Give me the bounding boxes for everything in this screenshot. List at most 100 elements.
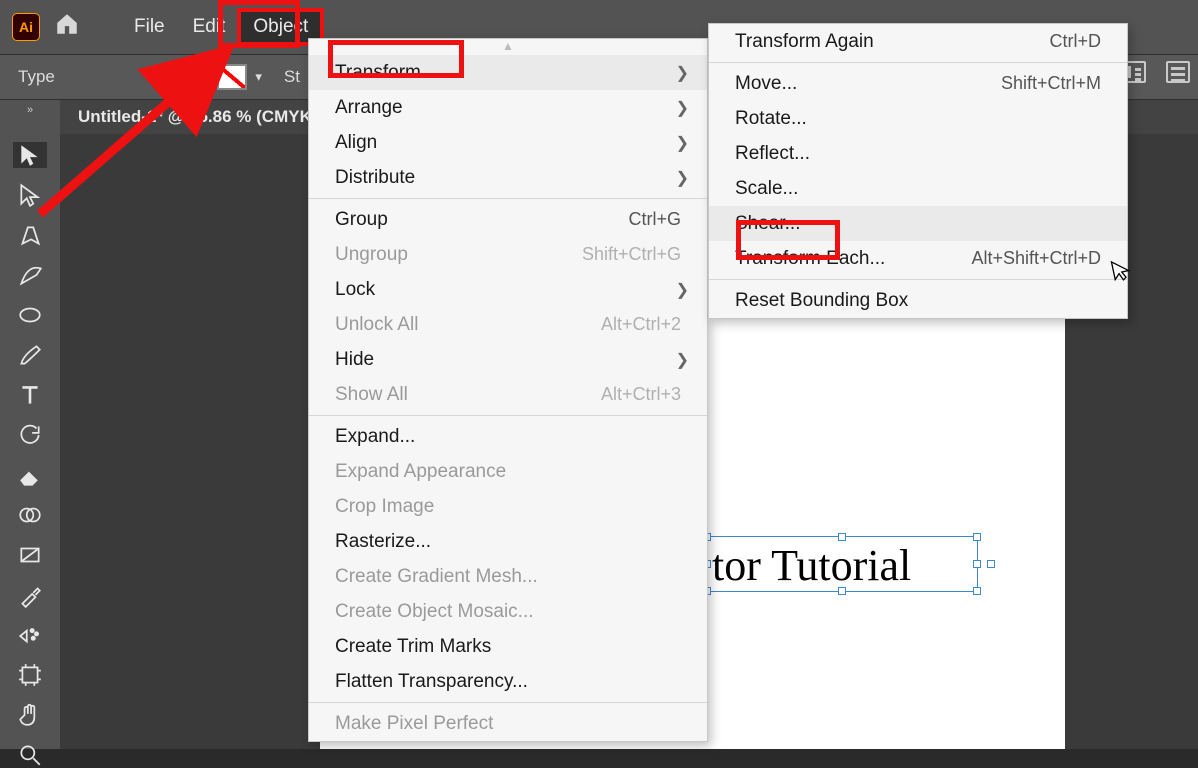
menu-unlock-label: Unlock All <box>335 314 418 336</box>
handle-bm[interactable] <box>838 587 846 595</box>
handle-br[interactable] <box>973 587 981 595</box>
menu-crop-label: Crop Image <box>335 496 434 518</box>
shape-builder-tool[interactable] <box>13 502 47 528</box>
menu-rasterize[interactable]: Rasterize... <box>309 524 707 559</box>
submenu-arrow-icon: ❯ <box>676 168 689 188</box>
menu-arrange-label: Arrange <box>335 97 403 119</box>
eraser-tool[interactable] <box>13 462 47 488</box>
submenu-arrow-icon: ❯ <box>676 133 689 153</box>
paintbrush-tool[interactable] <box>13 342 47 368</box>
menu-pixel-label: Make Pixel Perfect <box>335 713 493 735</box>
menu-pixel-perfect: Make Pixel Perfect <box>309 706 707 741</box>
menu-separator <box>709 279 1127 280</box>
menu-group-shortcut: Ctrl+G <box>588 209 681 230</box>
menu-rotate[interactable]: Rotate... <box>709 101 1127 136</box>
menu-hide[interactable]: Hide ❯ <box>309 342 707 377</box>
curvature-tool[interactable] <box>13 262 47 288</box>
menu-separator <box>709 62 1127 63</box>
menu-show-label: Show All <box>335 384 408 406</box>
menu-reflect-label: Reflect... <box>735 143 810 165</box>
menu-file[interactable]: File <box>120 10 179 44</box>
menu-rotate-label: Rotate... <box>735 108 807 130</box>
submenu-arrow-icon: ❯ <box>676 280 689 300</box>
menu-gradient-mesh: Create Gradient Mesh... <box>309 559 707 594</box>
menu-ungroup-shortcut: Shift+Ctrl+G <box>542 244 681 265</box>
menu-expand-label: Expand... <box>335 426 415 448</box>
menu-shear-label: Shear... <box>735 213 801 235</box>
hand-tool[interactable] <box>13 702 47 728</box>
menu-transform-again-shortcut: Ctrl+D <box>1009 31 1101 52</box>
fill-swatch[interactable] <box>165 64 195 90</box>
menu-separator <box>309 198 707 199</box>
menu-move-label: Move... <box>735 73 797 95</box>
selection-tool[interactable] <box>13 142 47 168</box>
menu-align-label: Align <box>335 132 377 154</box>
menu-transform[interactable]: Transform ❯ <box>309 55 707 90</box>
menu-distribute[interactable]: Distribute ❯ <box>309 160 707 195</box>
menu-ungroup-label: Ungroup <box>335 244 408 266</box>
menu-group[interactable]: Group Ctrl+G <box>309 202 707 237</box>
tools-panel <box>0 120 60 749</box>
menu-arrange[interactable]: Arrange ❯ <box>309 90 707 125</box>
menu-expand[interactable]: Expand... <box>309 419 707 454</box>
type-tool[interactable] <box>13 382 47 408</box>
submenu-arrow-icon: ❯ <box>676 350 689 370</box>
app-logo: Ai <box>12 13 40 41</box>
handle-mr[interactable] <box>973 560 981 568</box>
stroke-chevron-icon[interactable]: ▾ <box>255 69 262 85</box>
menu-object-mosaic: Create Object Mosaic... <box>309 594 707 629</box>
list-icon[interactable] <box>1166 61 1190 83</box>
menu-trim-marks[interactable]: Create Trim Marks <box>309 629 707 664</box>
document-tab-label: Untitled-1* @ 45.86 % (CMYK <box>78 107 312 127</box>
submenu-arrow-icon: ❯ <box>676 98 689 118</box>
menu-hide-label: Hide <box>335 349 374 371</box>
submenu-arrow-icon: ❯ <box>676 63 689 83</box>
menu-transform-again[interactable]: Transform Again Ctrl+D <box>709 24 1127 59</box>
selection-bounding-box[interactable] <box>706 536 978 592</box>
handle-tr[interactable] <box>973 533 981 541</box>
menu-transform-label: Transform <box>335 62 421 84</box>
rotate-tool[interactable] <box>13 422 47 448</box>
menu-align[interactable]: Align ❯ <box>309 125 707 160</box>
menu-trim-label: Create Trim Marks <box>335 636 491 658</box>
menu-group-label: Group <box>335 209 388 231</box>
menu-distribute-label: Distribute <box>335 167 415 189</box>
menu-reset-bbox[interactable]: Reset Bounding Box <box>709 283 1127 318</box>
zoom-tool[interactable] <box>13 742 47 768</box>
menu-lock[interactable]: Lock❯ <box>309 272 707 307</box>
menu-expand-appearance: Expand Appearance <box>309 454 707 489</box>
menu-transform-again-label: Transform Again <box>735 31 874 53</box>
menu-scroll-up-icon[interactable]: ▲ <box>309 39 707 55</box>
menu-separator <box>309 415 707 416</box>
menu-separator <box>309 702 707 703</box>
menu-transform-each[interactable]: Transform Each...Alt+Shift+Ctrl+D <box>709 241 1127 276</box>
menu-edit[interactable]: Edit <box>179 10 240 44</box>
gradient-tool[interactable] <box>13 542 47 568</box>
menu-flatten-transparency[interactable]: Flatten Transparency... <box>309 664 707 699</box>
menu-reset-label: Reset Bounding Box <box>735 290 908 312</box>
pen-tool[interactable] <box>13 222 47 248</box>
symbol-sprayer-tool[interactable] <box>13 622 47 648</box>
artboard-tool[interactable] <box>13 662 47 688</box>
menu-each-shortcut: Alt+Shift+Ctrl+D <box>931 248 1101 269</box>
handle-tm[interactable] <box>838 533 846 541</box>
toolbar-expander-icon[interactable]: » <box>0 100 60 120</box>
menu-move[interactable]: Move...Shift+Ctrl+M <box>709 66 1127 101</box>
menu-scale-label: Scale... <box>735 178 798 200</box>
optbar-type-label: Type <box>18 67 55 87</box>
handle-out-right[interactable] <box>987 560 995 568</box>
menu-shear[interactable]: Shear... <box>709 206 1127 241</box>
menu-grad-label: Create Gradient Mesh... <box>335 566 538 588</box>
menu-mosaic-label: Create Object Mosaic... <box>335 601 534 623</box>
object-menu-dropdown: ▲ Transform ❯ Arrange ❯ Align ❯ Distribute ❯… <box>308 38 708 742</box>
direct-selection-tool[interactable] <box>13 182 47 208</box>
menu-crop-image: Crop Image <box>309 489 707 524</box>
ellipse-tool[interactable] <box>13 302 47 328</box>
menu-reflect[interactable]: Reflect... <box>709 136 1127 171</box>
fill-chevron-icon[interactable]: ▾ <box>203 69 210 85</box>
menu-scale[interactable]: Scale... <box>709 171 1127 206</box>
eyedropper-tool[interactable] <box>13 582 47 608</box>
home-icon[interactable] <box>54 11 80 44</box>
stroke-swatch[interactable] <box>217 64 247 90</box>
menu-flatten-label: Flatten Transparency... <box>335 671 528 693</box>
